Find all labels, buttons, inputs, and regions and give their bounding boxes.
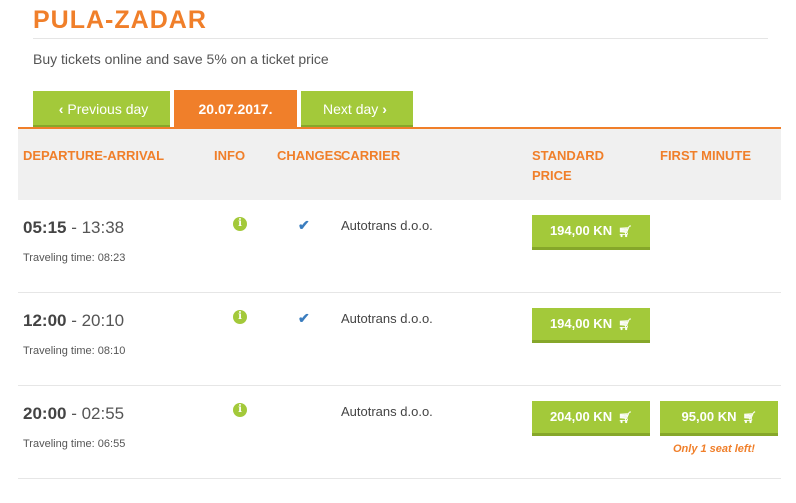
departure-time: 05:15 [23,218,67,237]
page-title: PULA-ZADAR [33,6,207,34]
cart-icon: 🛒︎ [618,412,633,424]
header-info: INFO [214,148,246,163]
arrival-time: - 02:55 [66,404,125,423]
standard-price-button[interactable]: 194,00 KN 🛒︎ [532,215,650,250]
info-icon[interactable]: i [233,310,247,324]
page-subtitle: Buy tickets online and save 5% on a tick… [33,51,329,67]
carrier-name: Autotrans d.o.o. [341,218,433,233]
header-standard-price-line2: PRICE [532,168,572,183]
header-standard-price-line1: STANDARD [532,148,604,163]
departure-arrival-time: 20:00 - 02:55 [23,404,124,424]
carrier-name: Autotrans d.o.o. [341,311,433,326]
traveling-time: Traveling time: 08:10 [23,345,126,357]
cart-icon: 🛒︎ [618,226,633,238]
table-header: DEPARTURE-ARRIVAL INFO CHANGES CARRIER S… [18,129,781,200]
previous-day-label: Previous day [67,101,149,117]
header-first-minute: FIRST MINUTE [660,148,751,163]
header-changes: CHANGES [277,148,343,163]
departure-time: 20:00 [23,404,67,423]
first-minute-price-label: 95,00 KN [681,409,737,424]
check-icon: ✔ [298,217,310,233]
traveling-time: Traveling time: 06:55 [23,438,126,450]
previous-day-button[interactable]: ‹ Previous day [33,91,170,128]
next-day-button[interactable]: Next day › [301,91,413,128]
title-divider [33,38,768,39]
info-icon[interactable]: i [233,217,247,231]
header-standard-price: STANDARD PRICE [532,146,604,186]
arrival-time: - 13:38 [66,218,125,237]
table-row: 12:00 - 20:10 Traveling time: 08:10 i ✔ … [18,293,781,386]
table-row: 20:00 - 02:55 Traveling time: 06:55 i Au… [18,386,781,479]
info-icon[interactable]: i [233,403,247,417]
header-departure-arrival: DEPARTURE-ARRIVAL [23,148,165,163]
first-minute-price-button[interactable]: 95,00 KN 🛒︎ [660,401,778,436]
chevron-left-icon: ‹ [58,101,64,117]
standard-price-label: 204,00 KN [549,409,613,424]
traveling-time: Traveling time: 08:23 [23,252,126,264]
chevron-right-icon: › [382,101,387,117]
table-row: 05:15 - 13:38 Traveling time: 08:23 i ✔ … [18,200,781,293]
arrival-time: - 20:10 [66,311,125,330]
carrier-name: Autotrans d.o.o. [341,404,433,419]
header-carrier: CARRIER [341,148,401,163]
check-icon: ✔ [298,310,310,326]
cart-icon: 🛒︎ [618,319,633,331]
cart-icon: 🛒︎ [742,412,757,424]
standard-price-label: 194,00 KN [549,223,613,238]
current-date-tab[interactable]: 20.07.2017. [174,90,297,128]
next-day-label: Next day [323,101,379,117]
departure-time: 12:00 [23,311,67,330]
departure-arrival-time: 12:00 - 20:10 [23,311,124,331]
departure-arrival-time: 05:15 - 13:38 [23,218,124,238]
standard-price-button[interactable]: 194,00 KN 🛒︎ [532,308,650,343]
standard-price-button[interactable]: 204,00 KN 🛒︎ [532,401,650,436]
standard-price-label: 194,00 KN [549,316,613,331]
seats-left-note: Only 1 seat left! [673,443,755,455]
